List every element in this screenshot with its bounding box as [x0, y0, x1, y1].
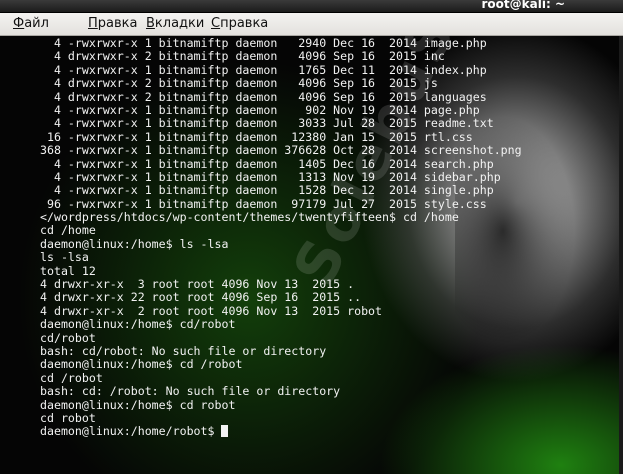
terminal-line: 4 drwxr-xr-x 3 root root 4096 Nov 13 201… — [40, 277, 355, 292]
terminal-line: cd robot — [40, 410, 96, 425]
terminal-line: bash: cd/robot: No such file or director… — [40, 343, 327, 358]
terminal-line: ls -lsa — [40, 250, 89, 265]
terminal-line: total 12 — [40, 263, 96, 278]
terminal-line: </wordpress/htdocs/wp-content/themes/twe… — [40, 210, 459, 225]
title-bar[interactable]: root@kali: ~ — [0, 0, 623, 13]
terminal-line: 4 -rwxrwxr-x 1 bitnamiftp daemon 1528 De… — [40, 183, 494, 198]
terminal-line: 4 drwxr-xr-x 2 root root 4096 Nov 13 201… — [40, 303, 383, 318]
window-title: root@kali: ~ — [481, 0, 565, 11]
terminal-line: cd /robot — [40, 370, 103, 385]
terminal-line: 4 -rwxrwxr-x 1 bitnamiftp daemon 2940 De… — [40, 36, 487, 50]
terminal-line: 4 -rwxrwxr-x 1 bitnamiftp daemon 1405 De… — [40, 156, 494, 171]
terminal-scrollbar[interactable] — [619, 36, 623, 474]
terminal-line: daemon@linux:/home$ cd robot — [40, 397, 236, 412]
terminal-line: 4 -rwxrwxr-x 1 bitnamiftp daemon 1313 No… — [40, 169, 501, 184]
menu-file[interactable]: Файл — [13, 16, 49, 31]
terminal-line: 4 drwxrwxr-x 2 bitnamiftp daemon 4096 Se… — [40, 49, 445, 64]
terminal-lines: 4 -rwxrwxr-x 1 bitnamiftp daemon 2940 De… — [40, 36, 522, 439]
terminal-line: daemon@linux:/home$ cd /robot — [40, 357, 243, 372]
terminal-line: 4 drwxr-xr-x 22 root root 4096 Sep 16 20… — [40, 290, 362, 305]
terminal-line: 96 -rwxrwxr-x 1 bitnamiftp daemon 97179 … — [40, 196, 487, 211]
terminal-window: root@kali: ~ Файл Правка Вкладки Справка… — [0, 0, 623, 474]
terminal-line: daemon@linux:/home$ cd/robot — [40, 317, 236, 332]
terminal-line: 4 -rwxrwxr-x 1 bitnamiftp daemon 1765 De… — [40, 62, 487, 77]
terminal-line: 4 drwxrwxr-x 2 bitnamiftp daemon 4096 Se… — [40, 76, 438, 91]
terminal-line: 4 -rwxrwxr-x 1 bitnamiftp daemon 902 Nov… — [40, 102, 480, 117]
terminal-line: cd /home — [40, 223, 96, 238]
terminal-line: 16 -rwxrwxr-x 1 bitnamiftp daemon 12380 … — [40, 129, 473, 144]
menu-edit[interactable]: Правка — [88, 16, 137, 31]
terminal-line: bash: cd: /robot: No such file or direct… — [40, 384, 341, 399]
terminal-line: 4 -rwxrwxr-x 1 bitnamiftp daemon 3033 Ju… — [40, 116, 494, 131]
shell-prompt: daemon@linux:/home/robot$ — [40, 424, 222, 439]
terminal-output[interactable]: SolebuSet 4 -rwxrwxr-x 1 bitnamiftp daem… — [0, 36, 623, 474]
menu-help[interactable]: Справка — [211, 16, 268, 31]
terminal-line: 368 -rwxrwxr-x 1 bitnamiftp daemon 37662… — [40, 143, 522, 158]
terminal-line: daemon@linux:/home$ ls -lsa — [40, 236, 229, 251]
terminal-line: cd/robot — [40, 330, 96, 345]
menu-tabs[interactable]: Вкладки — [146, 16, 204, 31]
prompt-line[interactable]: daemon@linux:/home/robot$ — [40, 425, 522, 438]
menu-bar: Файл Правка Вкладки Справка — [0, 13, 623, 36]
terminal-line: 4 drwxrwxr-x 2 bitnamiftp daemon 4096 Se… — [40, 89, 487, 104]
text-cursor — [221, 425, 229, 438]
